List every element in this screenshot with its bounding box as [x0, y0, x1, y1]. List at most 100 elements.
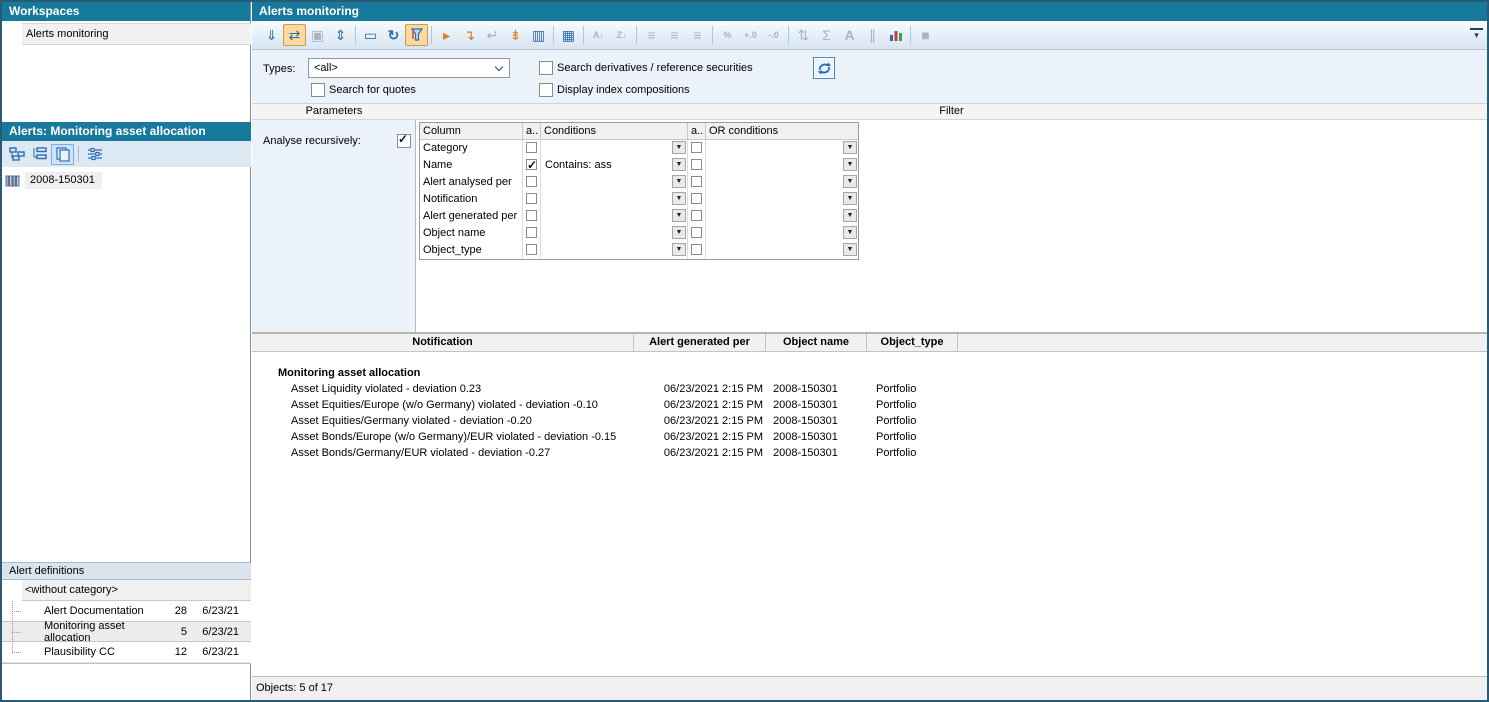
columns-icon[interactable]: ▦ — [557, 24, 580, 46]
condition-row-alert-generated: Alert generated per ▼ ▼ — [420, 208, 858, 225]
result-row[interactable]: Asset Liquidity violated - deviation 0.2… — [252, 381, 1487, 397]
results-header-filler — [958, 334, 1487, 351]
result-row[interactable]: Asset Equities/Germany violated - deviat… — [252, 413, 1487, 429]
condition-dropdown-button[interactable]: ▼ — [672, 158, 686, 171]
decimal-remove-icon[interactable]: -.0 — [762, 24, 785, 46]
align-right-icon[interactable]: ≡ — [686, 24, 709, 46]
chart-icon[interactable] — [884, 24, 907, 46]
or-dropdown-button[interactable]: ▼ — [843, 175, 857, 188]
sort-az-icon[interactable]: A↓ — [587, 24, 610, 46]
condition-dropdown-button[interactable]: ▼ — [672, 192, 686, 205]
and-checkbox[interactable] — [526, 193, 537, 204]
results-header-generated[interactable]: Alert generated per — [634, 334, 766, 351]
and-checkbox[interactable] — [526, 142, 537, 153]
or-dropdown-button[interactable]: ▼ — [843, 158, 857, 171]
list-view-button[interactable] — [28, 144, 51, 165]
condition-dropdown-button[interactable]: ▼ — [672, 141, 686, 154]
tree-view-button[interactable] — [5, 144, 28, 165]
and-checkbox-2[interactable] — [691, 142, 702, 153]
and-checkbox[interactable] — [526, 210, 537, 221]
sum-icon[interactable]: Σ — [815, 24, 838, 46]
results-header-object-type[interactable]: Object_type — [867, 334, 958, 351]
histogram-settings-icon[interactable]: ∥ — [861, 24, 884, 46]
condition-dropdown-button[interactable]: ▼ — [672, 209, 686, 222]
workspace-item-alerts-monitoring[interactable]: Alerts monitoring — [2, 23, 251, 45]
decimal-add-icon[interactable]: +.0 — [739, 24, 762, 46]
result-object-name: 2008-150301 — [766, 397, 867, 413]
condition-column-name: Name — [420, 157, 523, 174]
result-row[interactable]: Asset Equities/Europe (w/o Germany) viol… — [252, 397, 1487, 413]
results-header-notification[interactable]: Notification — [252, 334, 634, 351]
and-checkbox-2[interactable] — [691, 159, 702, 170]
and-checkbox[interactable] — [526, 159, 537, 170]
align-center-icon[interactable]: ≡ — [663, 24, 686, 46]
and-checkbox[interactable] — [526, 227, 537, 238]
and-checkbox-2[interactable] — [691, 227, 702, 238]
condition-dropdown-button[interactable]: ▼ — [672, 243, 686, 256]
alert-definitions-category-row[interactable]: <without category> — [2, 580, 251, 601]
header-column[interactable]: Column — [420, 123, 523, 139]
alert-definition-row[interactable]: Plausibility CC 12 6/23/21 — [2, 642, 251, 663]
and-checkbox-2[interactable] — [691, 244, 702, 255]
fit-rows-icon[interactable]: ⇕ — [329, 24, 352, 46]
record-first-icon[interactable]: ▸ — [435, 24, 458, 46]
result-generated: 06/23/2021 2:15 PM — [634, 445, 766, 461]
record-return-icon[interactable]: ↵ — [481, 24, 504, 46]
result-row[interactable]: Asset Bonds/Europe (w/o Germany)/EUR vio… — [252, 429, 1487, 445]
font-icon[interactable]: A — [838, 24, 861, 46]
copy-icon[interactable]: ▣ — [306, 24, 329, 46]
fit-columns-icon[interactable]: ⇄ — [283, 24, 306, 46]
filter-label: Filter — [416, 104, 1487, 119]
condition-dropdown-button[interactable]: ▼ — [672, 226, 686, 239]
value-filter-icon[interactable]: ⇅ — [792, 24, 815, 46]
checkbox-box[interactable] — [539, 83, 553, 97]
export-layout-icon[interactable]: ⇓ — [260, 24, 283, 46]
condition-dropdown-button[interactable]: ▼ — [672, 175, 686, 188]
or-dropdown-button[interactable]: ▼ — [843, 243, 857, 256]
alert-definition-row-selected[interactable]: Monitoring asset allocation 5 6/23/21 — [2, 621, 251, 642]
results-group-header[interactable]: Monitoring asset allocation — [252, 365, 1487, 381]
search-derivatives-checkbox[interactable]: Search derivatives / reference securitie… — [539, 61, 753, 75]
record-next-icon[interactable]: ↴ — [458, 24, 481, 46]
new-window-icon[interactable]: ▭ — [359, 24, 382, 46]
toolbar-overflow-button[interactable]: ▾ — [1470, 28, 1483, 42]
search-quotes-checkbox[interactable]: Search for quotes — [311, 83, 416, 97]
and-checkbox[interactable] — [526, 244, 537, 255]
toolbar-separator — [712, 26, 713, 44]
result-row[interactable]: Asset Bonds/Germany/EUR violated - devia… — [252, 445, 1487, 461]
record-insert-icon[interactable]: ⇟ — [504, 24, 527, 46]
and-checkbox[interactable] — [526, 176, 537, 187]
and-checkbox-2[interactable] — [691, 193, 702, 204]
display-index-checkbox[interactable]: Display index compositions — [539, 83, 690, 97]
analyse-icon[interactable]: ▥ — [527, 24, 550, 46]
and-checkbox-2[interactable] — [691, 176, 702, 187]
analyse-recursively-row: Analyse recursively: — [263, 134, 411, 148]
or-dropdown-button[interactable]: ▼ — [843, 226, 857, 239]
header-and-2[interactable]: a.. — [688, 123, 706, 139]
header-conditions[interactable]: Conditions — [541, 123, 688, 139]
results-header-object-name[interactable]: Object name — [766, 334, 867, 351]
analyse-recursively-checkbox[interactable] — [397, 134, 411, 148]
types-select[interactable]: <all> — [308, 58, 510, 78]
execute-search-button[interactable] — [813, 57, 835, 79]
filter-icon[interactable] — [405, 24, 428, 46]
header-or-conditions[interactable]: OR conditions — [706, 123, 858, 139]
and-checkbox-2[interactable] — [691, 210, 702, 221]
sort-za-icon[interactable]: Z↓ — [610, 24, 633, 46]
portfolio-icon — [5, 174, 22, 188]
portfolio-tree-item[interactable]: 2008-150301 — [2, 170, 251, 191]
percent-icon[interactable]: % — [716, 24, 739, 46]
pages-view-button[interactable] — [51, 144, 74, 165]
checkbox-box[interactable] — [539, 61, 553, 75]
or-dropdown-button[interactable]: ▼ — [843, 209, 857, 222]
header-and[interactable]: a.. — [523, 123, 541, 139]
align-left-icon[interactable]: ≡ — [640, 24, 663, 46]
or-dropdown-button[interactable]: ▼ — [843, 192, 857, 205]
settings-sliders-button[interactable] — [83, 144, 106, 165]
condition-row-alert-analysed: Alert analysed per ▼ ▼ — [420, 174, 858, 191]
stop-icon[interactable]: ■ — [914, 24, 937, 46]
checkbox-box[interactable] — [311, 83, 325, 97]
or-dropdown-button[interactable]: ▼ — [843, 141, 857, 154]
definition-count: 5 — [157, 626, 187, 638]
refresh-icon[interactable]: ↻ — [382, 24, 405, 46]
